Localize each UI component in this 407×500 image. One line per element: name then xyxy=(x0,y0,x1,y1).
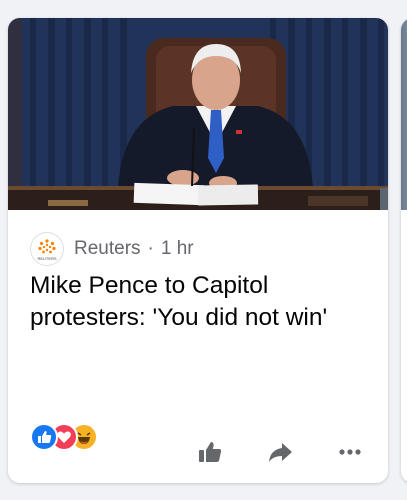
share-arrow-icon xyxy=(269,443,292,462)
reuters-logo[interactable]: REUTERS xyxy=(30,232,64,266)
reuters-logo-text: REUTERS xyxy=(37,256,56,261)
more-options-button[interactable] xyxy=(336,438,364,466)
news-card[interactable]: REUTERS Reuters · 1 hr Mike Pence to Cap… xyxy=(8,18,388,483)
next-news-card[interactable] xyxy=(401,18,407,483)
like-button[interactable] xyxy=(196,438,224,466)
reactions-summary[interactable] xyxy=(30,423,100,451)
thumbs-up-icon xyxy=(199,442,222,462)
source-name[interactable]: Reuters xyxy=(74,238,141,260)
source-separator: · xyxy=(147,238,154,259)
source-row[interactable]: REUTERS Reuters · 1 hr xyxy=(30,232,194,266)
news-photo[interactable] xyxy=(8,18,388,210)
more-dots-icon xyxy=(339,449,361,455)
share-button[interactable] xyxy=(266,438,294,466)
like-reaction-icon xyxy=(30,423,58,451)
next-card-photo xyxy=(401,18,407,210)
headline[interactable]: Mike Pence to Capitol protesters: 'You d… xyxy=(30,270,370,334)
post-time[interactable]: 1 hr xyxy=(161,238,194,260)
